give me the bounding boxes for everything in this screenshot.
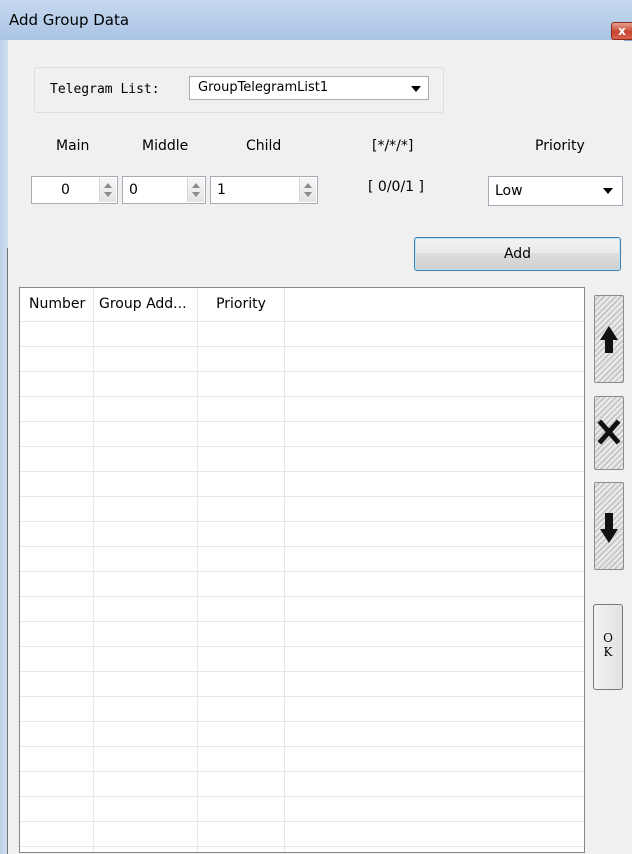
- table-row[interactable]: [20, 422, 584, 447]
- table-row[interactable]: [20, 772, 584, 797]
- table-row[interactable]: [20, 472, 584, 497]
- middle-spinner[interactable]: 0: [122, 176, 206, 204]
- table-row[interactable]: [20, 572, 584, 597]
- child-value: 1: [217, 182, 226, 198]
- arrow-down-icon: [600, 513, 618, 543]
- title-bar: Add Group Data x: [0, 0, 632, 41]
- group-data-table[interactable]: Number Group Add... Priority: [19, 287, 585, 853]
- x-icon: [597, 419, 621, 445]
- table-row[interactable]: [20, 747, 584, 772]
- spin-down-icon[interactable]: [104, 192, 112, 197]
- main-value: 0: [61, 182, 70, 198]
- telegram-list-value: GroupTelegramList1: [198, 80, 329, 95]
- move-up-button[interactable]: [594, 295, 624, 383]
- priority-value: Low: [495, 183, 523, 199]
- priority-dropdown[interactable]: Low: [488, 176, 623, 206]
- main-spinner-arrows[interactable]: [99, 178, 116, 202]
- table-row[interactable]: [20, 322, 584, 347]
- table-row[interactable]: [20, 397, 584, 422]
- address-display: [ 0/0/1 ]: [368, 179, 424, 195]
- arrow-up-icon: [600, 326, 618, 353]
- add-button[interactable]: Add: [414, 237, 621, 271]
- table-row[interactable]: [20, 347, 584, 372]
- column-divider: [284, 322, 285, 852]
- ok-button[interactable]: O K: [593, 604, 623, 690]
- telegram-list-group: Telegram List: GroupTelegramList1: [34, 67, 444, 113]
- telegram-list-dropdown[interactable]: GroupTelegramList1: [189, 76, 429, 100]
- middle-spinner-arrows[interactable]: [187, 178, 204, 202]
- main-spinner[interactable]: 0: [31, 176, 118, 204]
- table-row[interactable]: [20, 822, 584, 847]
- move-down-button[interactable]: [594, 482, 624, 570]
- table-header: Number Group Add... Priority: [20, 288, 584, 322]
- table-row[interactable]: [20, 722, 584, 747]
- spin-up-icon[interactable]: [104, 183, 112, 188]
- table-row[interactable]: [20, 447, 584, 472]
- table-row[interactable]: [20, 522, 584, 547]
- column-header-number[interactable]: Number: [20, 288, 94, 321]
- ok-label-k: K: [603, 645, 613, 659]
- chevron-down-icon: [411, 86, 421, 92]
- telegram-list-label: Telegram List:: [50, 82, 160, 97]
- middle-label: Middle: [142, 138, 189, 154]
- table-row[interactable]: [20, 372, 584, 397]
- priority-label: Priority: [535, 138, 585, 154]
- spin-down-icon[interactable]: [192, 192, 200, 197]
- table-row[interactable]: [20, 497, 584, 522]
- chevron-down-icon: [603, 188, 613, 194]
- table-row[interactable]: [20, 697, 584, 722]
- child-spinner[interactable]: 1: [210, 176, 318, 204]
- middle-value: 0: [129, 182, 138, 198]
- table-row[interactable]: [20, 547, 584, 572]
- child-spinner-arrows[interactable]: [299, 178, 316, 202]
- format-label: [*/*/*]: [372, 138, 414, 154]
- spin-down-icon[interactable]: [304, 192, 312, 197]
- column-header-group-address[interactable]: Group Add...: [94, 288, 198, 321]
- close-button[interactable]: x: [611, 22, 632, 40]
- delete-button[interactable]: [594, 396, 624, 470]
- table-body: [20, 322, 584, 852]
- table-row[interactable]: [20, 647, 584, 672]
- ok-label-o: O: [603, 631, 613, 645]
- table-row[interactable]: [20, 622, 584, 647]
- close-icon: x: [618, 24, 626, 38]
- table-row[interactable]: [20, 597, 584, 622]
- table-row[interactable]: [20, 797, 584, 822]
- main-label: Main: [56, 138, 90, 154]
- column-divider: [93, 322, 94, 852]
- table-row[interactable]: [20, 672, 584, 697]
- child-label: Child: [246, 138, 282, 154]
- column-divider: [197, 322, 198, 852]
- column-header-priority[interactable]: Priority: [198, 288, 285, 321]
- spin-up-icon[interactable]: [304, 183, 312, 188]
- spin-up-icon[interactable]: [192, 183, 200, 188]
- window-title: Add Group Data: [9, 11, 130, 29]
